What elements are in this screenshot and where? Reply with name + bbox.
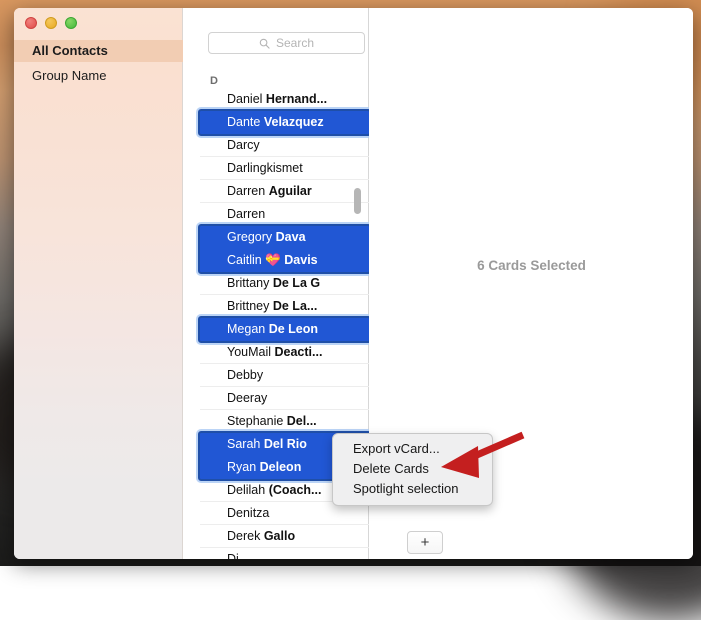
contact-first-name: Debby bbox=[227, 368, 263, 382]
sidebar-item-group-name[interactable]: Group Name bbox=[14, 65, 183, 87]
groups-sidebar: All Contacts Group Name bbox=[14, 8, 183, 559]
contact-row[interactable]: Darlingkismet bbox=[200, 157, 369, 180]
contact-last-name: Velazquez bbox=[264, 115, 324, 129]
cards-selected-status: 6 Cards Selected bbox=[370, 258, 693, 273]
contact-first-name: Stephanie bbox=[227, 414, 287, 428]
contact-row[interactable]: Brittney De La... bbox=[200, 295, 369, 318]
contact-first-name: Sarah bbox=[227, 437, 264, 451]
contact-first-name: Denitza bbox=[227, 506, 269, 520]
plus-icon: + bbox=[421, 535, 430, 550]
search-placeholder: Search bbox=[276, 36, 314, 50]
zoom-button[interactable] bbox=[65, 17, 77, 29]
contact-last-name: Deleon bbox=[260, 460, 302, 474]
contact-first-name: Dante bbox=[227, 115, 264, 129]
contact-last-name: Aguilar bbox=[269, 184, 312, 198]
contact-last-name: Hernand... bbox=[266, 92, 327, 106]
contact-last-name: Dava bbox=[276, 230, 306, 244]
context-menu-item[interactable]: Spotlight selection bbox=[333, 479, 492, 499]
contact-row[interactable]: Megan De Leon bbox=[200, 318, 369, 341]
contact-row[interactable]: Deeray bbox=[200, 387, 369, 410]
sidebar-item-label: Group Name bbox=[32, 68, 106, 83]
contact-first-name: Darcy bbox=[227, 138, 260, 152]
contact-row[interactable]: Derek Gallo bbox=[200, 525, 369, 548]
two-hearts-icon: 💝 bbox=[265, 253, 284, 267]
sidebar-item-label: All Contacts bbox=[32, 43, 108, 58]
contact-first-name: Brittany bbox=[227, 276, 273, 290]
contact-first-name: Darren bbox=[227, 184, 269, 198]
contact-first-name: YouMail bbox=[227, 345, 275, 359]
contact-row[interactable]: Brittany De La G bbox=[200, 272, 369, 295]
contact-first-name: Gregory bbox=[227, 230, 276, 244]
contact-row[interactable]: Darcy bbox=[200, 134, 369, 157]
contact-row[interactable]: Daniel Hernand... bbox=[200, 88, 369, 111]
contact-first-name: Brittney bbox=[227, 299, 273, 313]
contact-last-name: De La... bbox=[273, 299, 317, 313]
add-contact-button[interactable]: + bbox=[407, 531, 443, 554]
contact-last-name: (Coach... bbox=[269, 483, 322, 497]
contact-first-name: Deeray bbox=[227, 391, 267, 405]
contact-row[interactable]: Darren Aguilar bbox=[200, 180, 369, 203]
contact-last-name: Gallo bbox=[264, 529, 295, 543]
contact-last-name: Davis bbox=[284, 253, 317, 267]
contact-row[interactable]: Stephanie Del... bbox=[200, 410, 369, 433]
contact-first-name: Megan bbox=[227, 322, 269, 336]
window-controls bbox=[25, 17, 77, 29]
contact-last-name: Deacti... bbox=[275, 345, 323, 359]
list-section-header: D bbox=[210, 75, 218, 87]
contact-row[interactable]: Darren bbox=[200, 203, 369, 226]
contact-first-name: Ryan bbox=[227, 460, 260, 474]
contact-row[interactable]: Caitlin 💝 Davis bbox=[200, 249, 369, 272]
contact-first-name: Caitlin bbox=[227, 253, 265, 267]
search-field[interactable]: Search bbox=[208, 32, 365, 54]
contact-first-name: Darlingkismet bbox=[227, 161, 303, 175]
contact-row[interactable]: Debby bbox=[200, 364, 369, 387]
contact-first-name: Delilah bbox=[227, 483, 269, 497]
context-menu[interactable]: Export vCard...Delete CardsSpotlight sel… bbox=[332, 433, 493, 506]
context-menu-item[interactable]: Delete Cards bbox=[333, 459, 492, 479]
list-scrollbar-thumb[interactable] bbox=[354, 188, 361, 214]
context-menu-item[interactable]: Export vCard... bbox=[333, 439, 492, 459]
contact-first-name: Darren bbox=[227, 207, 265, 221]
contact-last-name: Del... bbox=[287, 414, 317, 428]
close-button[interactable] bbox=[25, 17, 37, 29]
contact-first-name: Daniel bbox=[227, 92, 266, 106]
contact-first-name: Di bbox=[227, 552, 239, 559]
contact-row[interactable]: Gregory Dava bbox=[200, 226, 369, 249]
sidebar-item-all-contacts[interactable]: All Contacts bbox=[14, 40, 183, 62]
contact-row[interactable]: Dante Velazquez bbox=[200, 111, 369, 134]
contact-row[interactable]: Di bbox=[200, 548, 369, 559]
contact-first-name: Derek bbox=[227, 529, 264, 543]
contact-last-name: Del Rio bbox=[264, 437, 307, 451]
search-icon bbox=[259, 38, 270, 49]
contact-last-name: De La G bbox=[273, 276, 320, 290]
minimize-button[interactable] bbox=[45, 17, 57, 29]
search-input[interactable]: Search bbox=[208, 32, 365, 54]
contact-row[interactable]: YouMail Deacti... bbox=[200, 341, 369, 364]
contact-last-name: De Leon bbox=[269, 322, 318, 336]
